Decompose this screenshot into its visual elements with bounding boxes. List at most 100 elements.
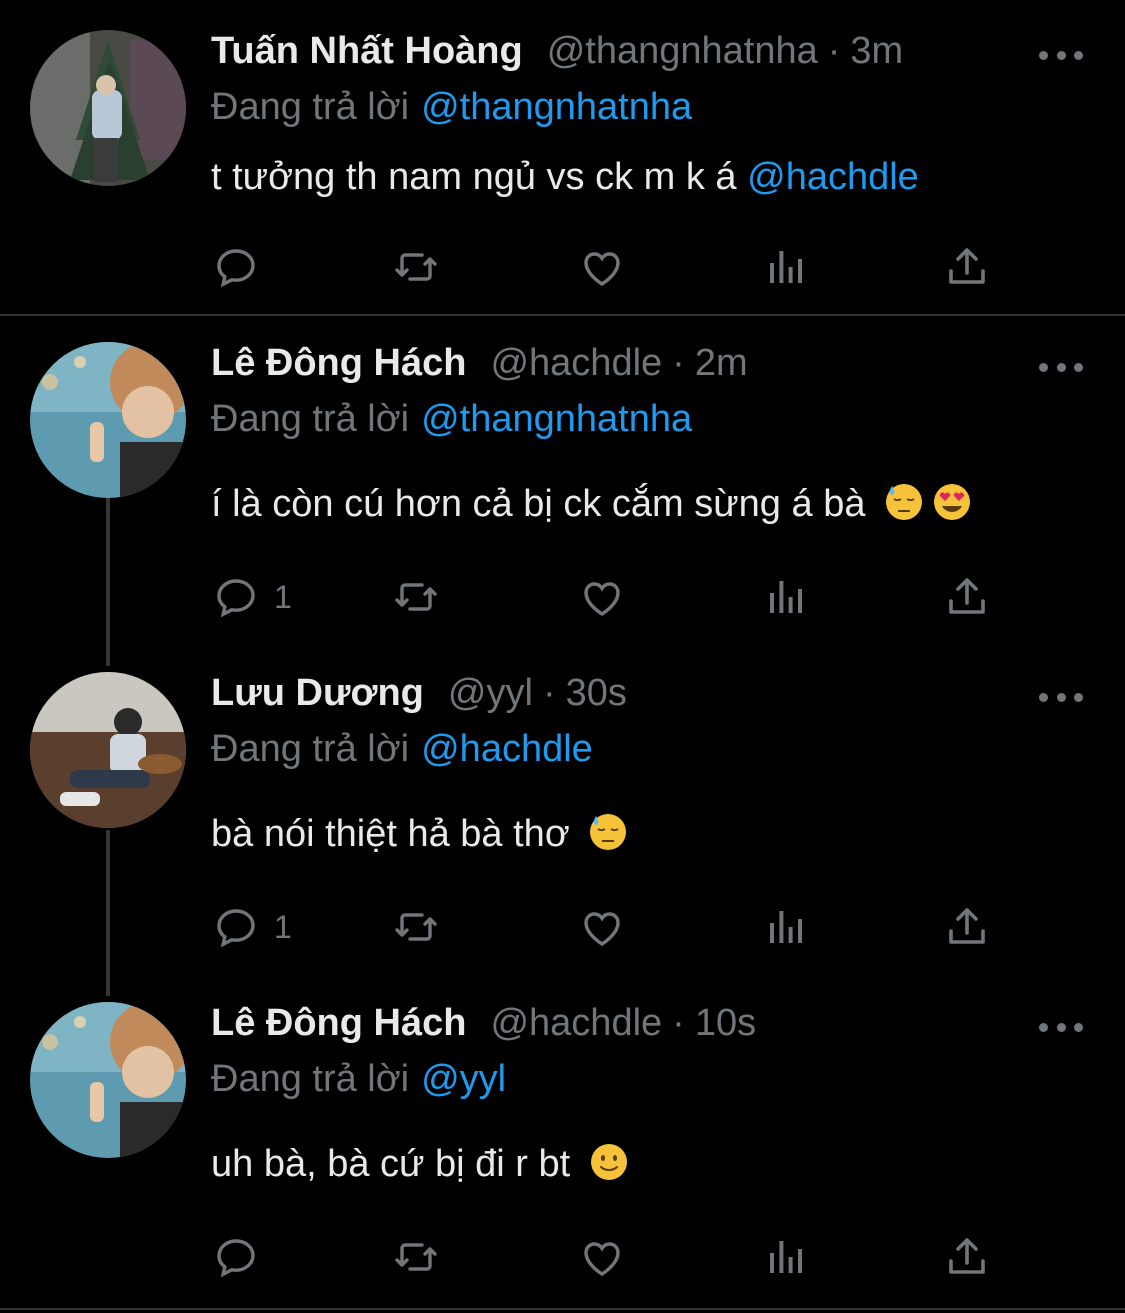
reply-icon (217, 579, 255, 618)
views-icon (770, 1241, 802, 1273)
action-bar (212, 242, 1012, 292)
share-button[interactable] (943, 242, 991, 292)
action-bar (212, 1232, 1012, 1282)
replying-to: Đang trả lời @thangnhatnha (211, 86, 692, 129)
timestamp[interactable]: 2m (695, 342, 748, 385)
more-icon[interactable] (1039, 352, 1083, 382)
heart-eyes-emoji (934, 484, 971, 520)
author-handle[interactable]: @hachdle (490, 1002, 662, 1045)
timestamp[interactable]: 30s (566, 672, 627, 715)
views-icon (770, 251, 802, 283)
timestamp[interactable]: 3m (850, 30, 903, 73)
tweet-text: bà nói thiệt hả bà thơ (211, 812, 628, 856)
retweet-button[interactable] (392, 1232, 440, 1282)
retweet-button[interactable] (392, 572, 440, 622)
share-button[interactable] (943, 572, 991, 622)
timestamp[interactable]: 10s (695, 1002, 756, 1045)
avatar[interactable] (30, 672, 186, 828)
retweet-button[interactable] (392, 902, 440, 952)
retweet-icon (395, 583, 437, 611)
views-icon (770, 581, 802, 613)
retweet-button[interactable] (392, 242, 440, 292)
views-button[interactable] (762, 242, 810, 292)
replying-to-mention[interactable]: @hachdle (421, 728, 593, 770)
avatar[interactable] (30, 30, 186, 186)
author-name[interactable]: Tuấn Nhất Hoàng (211, 30, 523, 73)
downcast-sweat-emoji (590, 814, 627, 850)
slight-smile-emoji (590, 1144, 627, 1180)
more-icon[interactable] (1039, 40, 1083, 70)
more-icon[interactable] (1039, 682, 1083, 712)
reply-count: 1 (274, 578, 292, 615)
reply-icon (217, 909, 255, 948)
retweet-icon (395, 253, 437, 281)
heart-icon (584, 1242, 620, 1276)
downcast-sweat-emoji (886, 484, 923, 520)
tweet-text-content: uh bà, bà cứ bị đi r bt (211, 1143, 571, 1185)
author-handle[interactable]: @thangnhatnha (547, 30, 818, 73)
reply-icon (217, 249, 255, 288)
tweet-text-content: t tưởng th nam ngủ vs ck m k á (211, 156, 748, 198)
thread-line (106, 830, 110, 996)
author-name[interactable]: Lưu Dương (211, 672, 424, 715)
tweet-text-content: bà nói thiệt hả bà thơ (211, 813, 570, 855)
avatar[interactable] (30, 1002, 186, 1158)
action-bar: 1 (212, 572, 1012, 622)
heart-icon (584, 912, 620, 946)
tweet-text: t tưởng th nam ngủ vs ck m k á @hachdle (211, 156, 919, 199)
views-button[interactable] (762, 572, 810, 622)
more-icon[interactable] (1039, 1012, 1083, 1042)
share-icon (949, 1238, 985, 1274)
retweet-icon (395, 1243, 437, 1271)
like-button[interactable] (578, 1232, 626, 1282)
share-icon (949, 908, 985, 944)
avatar[interactable] (30, 342, 186, 498)
replying-to-label: Đang trả lời (211, 1058, 410, 1100)
reply-button[interactable] (212, 242, 274, 292)
replying-to-mention[interactable]: @yyl (421, 1058, 506, 1100)
like-button[interactable] (578, 572, 626, 622)
replying-to: Đang trả lời @yyl (211, 1058, 506, 1101)
share-button[interactable] (943, 902, 991, 952)
divider (0, 314, 1125, 316)
author-handle[interactable]: @yyl (448, 672, 533, 715)
like-button[interactable] (578, 902, 626, 952)
replying-to-label: Đang trả lời (211, 398, 410, 440)
heart-icon (584, 582, 620, 616)
replying-to-label: Đang trả lời (211, 728, 410, 770)
replying-to: Đang trả lời @thangnhatnha (211, 398, 692, 441)
thread-line (106, 498, 110, 666)
replying-to-label: Đang trả lời (211, 86, 410, 128)
reply-thread: Tuấn Nhất Hoàng @thangnhatnha · 3m Đang … (0, 0, 1125, 1313)
separator: · (672, 1002, 685, 1044)
replying-to-mention[interactable]: @thangnhatnha (421, 86, 692, 128)
views-icon (770, 911, 802, 943)
tweet-mention[interactable]: @hachdle (747, 156, 919, 198)
replying-to: Đang trả lời @hachdle (211, 728, 593, 771)
author-name[interactable]: Lê Đông Hách (211, 1002, 466, 1045)
separator: · (542, 672, 556, 714)
author-name[interactable]: Lê Đông Hách (211, 342, 466, 385)
reply-button[interactable]: 1 (212, 902, 292, 952)
share-icon (949, 578, 985, 614)
tweet-text: í là còn cú hơn cả bị ck cắm sừng á bà (211, 482, 972, 526)
divider (0, 1308, 1125, 1310)
separator: · (827, 30, 841, 72)
reply-button[interactable] (212, 1232, 274, 1282)
like-button[interactable] (578, 242, 626, 292)
author-handle[interactable]: @hachdle (490, 342, 662, 385)
views-button[interactable] (762, 1232, 810, 1282)
tweet-text-content: í là còn cú hơn cả bị ck cắm sừng á bà (211, 483, 866, 525)
reply-icon (217, 1239, 255, 1278)
separator: · (672, 342, 685, 384)
reply-count: 1 (274, 908, 292, 945)
share-icon (949, 248, 985, 284)
views-button[interactable] (762, 902, 810, 952)
replying-to-mention[interactable]: @thangnhatnha (421, 398, 692, 440)
heart-icon (584, 252, 620, 286)
retweet-icon (395, 913, 437, 941)
action-bar: 1 (212, 902, 1012, 952)
reply-button[interactable]: 1 (212, 572, 292, 622)
share-button[interactable] (943, 1232, 991, 1282)
tweet-text: uh bà, bà cứ bị đi r bt (211, 1142, 629, 1186)
